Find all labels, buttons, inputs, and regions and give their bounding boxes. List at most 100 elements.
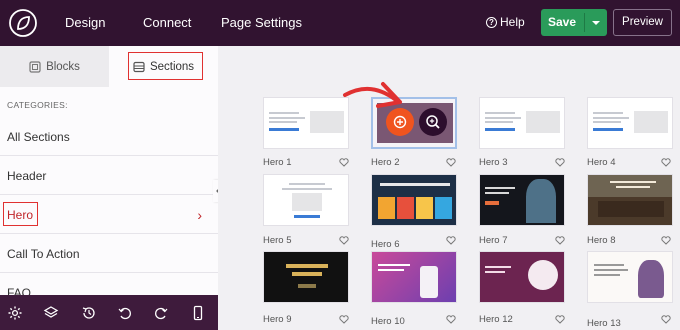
- thumbnail-heading-bar: [485, 271, 505, 273]
- thumbnail-label: Hero 6: [371, 239, 400, 250]
- placeholder-line: [289, 183, 325, 185]
- placeholder-line: [485, 121, 513, 123]
- placeholder-line: [282, 188, 332, 190]
- category-label: All Sections: [7, 130, 70, 144]
- save-label: Save: [547, 15, 577, 29]
- thumbnail-heading-bar: [616, 186, 650, 188]
- undo-icon[interactable]: [117, 305, 133, 321]
- redo-icon[interactable]: [153, 305, 169, 321]
- thumbnail-hero-8[interactable]: [587, 174, 673, 226]
- preview-section-button[interactable]: [419, 108, 447, 136]
- thumbnail-label: Hero 8: [587, 235, 616, 246]
- thumbnail-hero-6[interactable]: [371, 174, 457, 226]
- preview-button[interactable]: Preview: [613, 9, 672, 36]
- thumbnail-heading-bar: [610, 181, 656, 183]
- layers-icon[interactable]: [43, 305, 59, 321]
- mobile-preview-icon[interactable]: [190, 305, 206, 321]
- placeholder-line: [269, 112, 299, 114]
- thumbnail-label: Hero 12: [479, 314, 513, 325]
- placeholder-button: [269, 128, 299, 131]
- thumbnail-hero-3[interactable]: [479, 97, 565, 149]
- thumbnail-background: [372, 252, 456, 302]
- heart-icon[interactable]: [446, 315, 456, 324]
- thumbnail-hero-10[interactable]: [371, 251, 457, 303]
- heart-icon[interactable]: [661, 315, 671, 324]
- thumbnail-heading-bar: [292, 272, 322, 276]
- thumbnail-label: Hero 2: [371, 157, 400, 168]
- placeholder-image: [292, 193, 322, 211]
- bottom-toolbar: [0, 295, 218, 330]
- placeholder-image: [526, 111, 560, 133]
- heart-icon[interactable]: [339, 236, 349, 245]
- heart-icon[interactable]: [339, 315, 349, 324]
- placeholder-line: [593, 121, 621, 123]
- zoom-in-icon: [426, 115, 440, 129]
- thumbnail-label: Hero 7: [479, 235, 508, 246]
- heart-icon[interactable]: [555, 315, 565, 324]
- history-icon[interactable]: [81, 305, 97, 321]
- nav-page-settings[interactable]: Page Settings: [221, 15, 302, 30]
- thumbnail-yoga-image: [638, 260, 664, 298]
- thumbnail-hero-7[interactable]: [479, 174, 565, 226]
- nav-design[interactable]: Design: [65, 15, 105, 30]
- thumbnail-heading-bar: [485, 266, 511, 268]
- heart-icon[interactable]: [339, 158, 349, 167]
- heart-icon[interactable]: [555, 236, 565, 245]
- placeholder-button: [294, 215, 320, 218]
- seedprod-logo[interactable]: [8, 8, 38, 38]
- thumbnail-hero-5[interactable]: [263, 174, 349, 226]
- placeholder-line: [593, 117, 629, 119]
- thumbnail-image: [526, 179, 556, 223]
- thumbnail-label: Hero 4: [587, 157, 616, 168]
- placeholder-button: [593, 128, 623, 131]
- thumbnail-phone-image: [420, 266, 438, 298]
- tab-blocks[interactable]: Blocks: [0, 46, 109, 87]
- category-hero[interactable]: Hero ›: [0, 196, 218, 234]
- help-label: Help: [500, 15, 525, 29]
- heart-icon[interactable]: [555, 158, 565, 167]
- thumbnail-hero-12[interactable]: [479, 251, 565, 303]
- question-circle-icon: ?: [486, 16, 497, 28]
- thumbnail-button: [485, 201, 499, 205]
- placeholder-image: [634, 111, 668, 133]
- hero-highlight-box: [3, 202, 38, 226]
- category-header[interactable]: Header: [0, 157, 218, 195]
- thumbnail-image: [378, 197, 395, 219]
- sidebar-tabs: Blocks Sections: [0, 46, 218, 87]
- thumbnail-heading-bar: [286, 264, 328, 268]
- category-call-to-action[interactable]: Call To Action: [0, 235, 218, 273]
- placeholder-line: [485, 112, 515, 114]
- thumbnail-label: Hero 13: [587, 318, 621, 329]
- thumbnail-heading-bar: [485, 192, 509, 194]
- heart-icon[interactable]: [446, 236, 456, 245]
- thumbnail-label: Hero 3: [479, 157, 508, 168]
- heart-icon[interactable]: [446, 158, 456, 167]
- thumbnail-heading-bar: [378, 269, 404, 271]
- save-options-caret-icon[interactable]: [585, 9, 607, 36]
- sidebar: Blocks Sections CATEGORIES: All Sections…: [0, 46, 218, 330]
- thumbnail-heading-bar: [594, 264, 624, 266]
- blocks-icon: [29, 60, 41, 73]
- placeholder-button: [485, 128, 515, 131]
- nav-connect[interactable]: Connect: [143, 15, 191, 30]
- save-button[interactable]: Save: [541, 9, 607, 36]
- thumbnail-image: [397, 197, 414, 219]
- heart-icon[interactable]: [661, 236, 671, 245]
- placeholder-line: [593, 112, 623, 114]
- thumbnail-image: [416, 197, 433, 219]
- thumbnail-heading-bar: [594, 269, 628, 271]
- category-all-sections[interactable]: All Sections: [0, 118, 218, 156]
- thumbnail-hero-9[interactable]: [263, 251, 349, 303]
- thumbnail-hero-4[interactable]: [587, 97, 673, 149]
- top-bar: Design Connect Page Settings ? Help Save…: [0, 0, 680, 46]
- thumbnail-heading-bar: [594, 274, 620, 276]
- thumbnail-heading-bar: [380, 183, 450, 186]
- thumbnail-heading-bar: [378, 264, 410, 266]
- thumbnail-hero-13[interactable]: [587, 251, 673, 303]
- sections-grid: Hero 1 Hero 2 Hero 3 Hero 4 Hero 5 Hero …: [218, 46, 680, 330]
- settings-icon[interactable]: [7, 305, 23, 321]
- placeholder-line: [269, 117, 305, 119]
- help-link[interactable]: ? Help: [486, 15, 525, 29]
- thumbnail-label: Hero 9: [263, 314, 292, 325]
- heart-icon[interactable]: [661, 158, 671, 167]
